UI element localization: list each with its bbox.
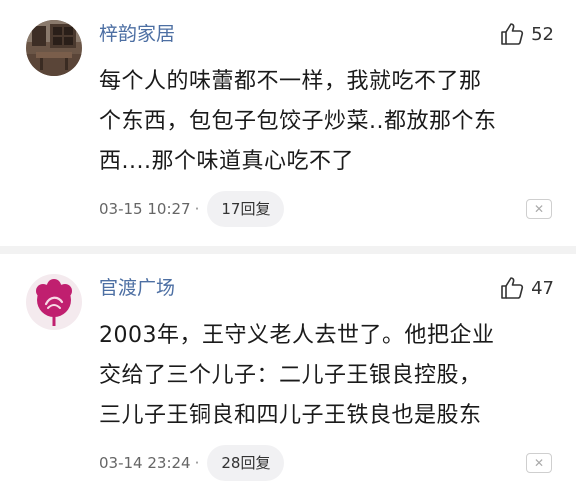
like-button[interactable]: 52: [499, 18, 554, 50]
comment-text-line: 个东西，包包子包饺子炒菜..都放那个东: [99, 109, 497, 134]
comment-item: 梓韵家居 52 每个人的味蕾都不一样，我就吃不了那 个东西，包包子包饺子炒菜..…: [0, 0, 576, 246]
divider: [0, 246, 576, 254]
comment-item: 官渡广场 47 2003年，王守义老人去世了。他把企业 交给了三个儿子：二儿子王…: [0, 254, 576, 490]
comment-text-line: 交给了三个儿子：二儿子王银良控股，: [99, 363, 482, 388]
replies-button[interactable]: 28回复: [207, 445, 285, 481]
timestamp: 03-15 10:27: [99, 200, 191, 218]
flower-logo-avatar-icon: [26, 274, 82, 330]
separator-dot: ·: [194, 454, 200, 472]
close-icon: ✕: [533, 202, 545, 216]
like-button[interactable]: 47: [499, 272, 554, 304]
timestamp: 03-14 23:24: [99, 454, 191, 472]
comment-text: 每个人的味蕾都不一样，我就吃不了那 个东西，包包子包饺子炒菜..都放那个东 西.…: [99, 62, 551, 182]
comment-meta: 03-15 10:27 · 17回复: [99, 191, 285, 227]
replies-button[interactable]: 17回复: [207, 191, 285, 227]
thumbs-up-icon: [501, 277, 524, 299]
comment-text: 2003年，王守义老人去世了。他把企业 交给了三个儿子：二儿子王银良控股， 三儿…: [99, 316, 551, 436]
comment-text-line: 每个人的味蕾都不一样，我就吃不了那: [99, 69, 482, 94]
comment-meta: 03-14 23:24 · 28回复: [99, 445, 285, 481]
comment-text-line: 三儿子王铜良和四儿子王铁良也是股东: [99, 403, 482, 428]
room-interior-avatar-icon: [26, 20, 82, 76]
avatar[interactable]: [26, 20, 82, 76]
thumbs-up-icon: [501, 23, 524, 45]
like-count: 52: [531, 23, 554, 45]
separator-dot: ·: [194, 200, 200, 218]
dismiss-button[interactable]: ✕: [526, 453, 552, 473]
dismiss-button[interactable]: ✕: [526, 199, 552, 219]
username[interactable]: 梓韵家居: [99, 20, 175, 48]
avatar[interactable]: [26, 274, 82, 330]
username[interactable]: 官渡广场: [99, 274, 175, 302]
like-count: 47: [531, 277, 554, 299]
comment-text-line: 2003年，王守义老人去世了。他把企业: [99, 323, 495, 348]
close-icon: ✕: [533, 456, 545, 470]
comment-text-line: 西....那个味道真心吃不了: [99, 149, 354, 174]
